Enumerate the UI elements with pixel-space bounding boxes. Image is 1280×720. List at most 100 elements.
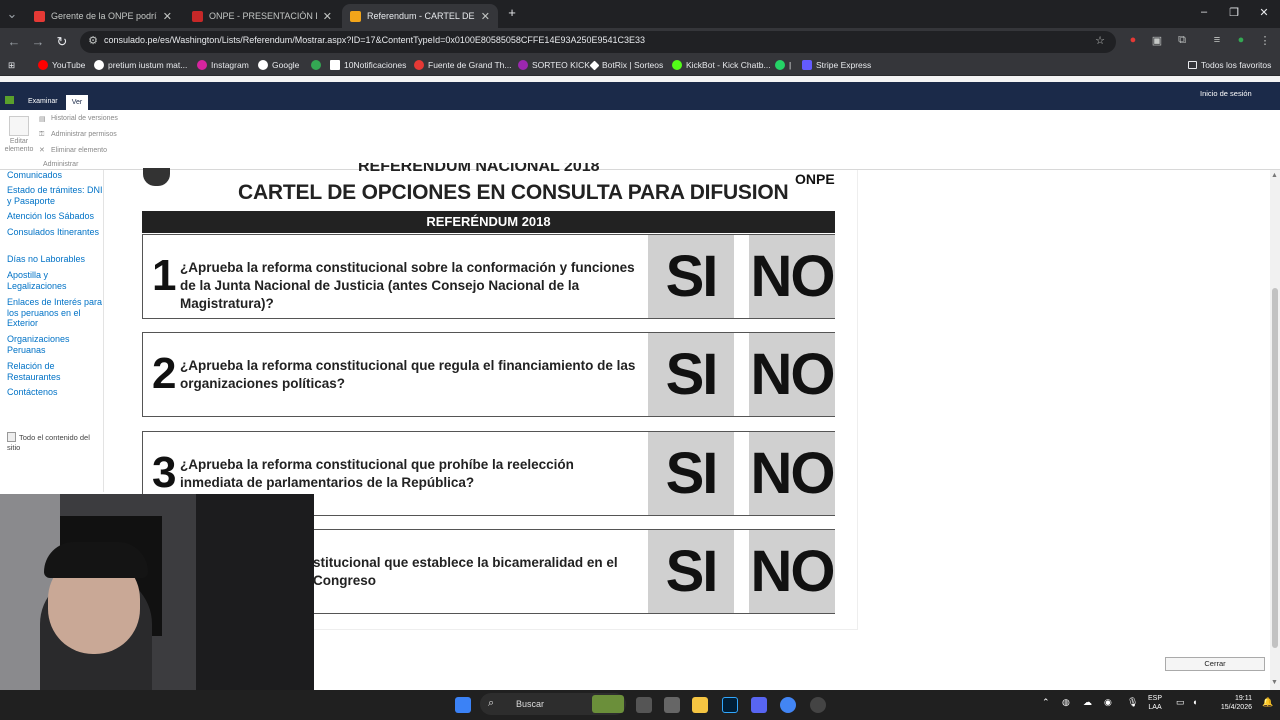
nav-item-itinerantes[interactable]: Consulados Itinerantes: [7, 227, 103, 238]
ribbon-tab-browse[interactable]: Examinar: [28, 98, 58, 105]
question-text: ¿Aprueba la reforma constitucional que p…: [180, 457, 574, 490]
sharepoint-site-icon[interactable]: [5, 96, 14, 104]
discord-icon[interactable]: [751, 697, 767, 713]
sign-in-link[interactable]: Inicio de sesión: [1200, 89, 1252, 98]
scroll-down-icon[interactable]: ▼: [1271, 679, 1278, 686]
reload-icon[interactable]: ↻: [54, 34, 70, 50]
bookmark-botrix[interactable]: BotRix | Sorteos: [589, 60, 664, 70]
nav-item-dias-no-laborables[interactable]: Días no Laborables: [7, 254, 103, 265]
close-window-icon[interactable]: ✕: [1254, 6, 1274, 19]
nav-item-organizaciones[interactable]: Organizaciones Peruanas: [7, 334, 103, 355]
notifications-icon[interactable]: 🔔: [1262, 697, 1273, 708]
tray-app-icon-2[interactable]: ☁: [1083, 697, 1092, 708]
bookmark-instagram[interactable]: Instagram: [197, 60, 249, 70]
close-button[interactable]: Cerrar: [1165, 657, 1265, 671]
version-history-icon[interactable]: ▤: [39, 115, 46, 123]
tab-title: ONPE - PRESENTACIÓN DE RES: [209, 11, 317, 21]
extensions-puzzle-icon[interactable]: ⧉: [1175, 34, 1189, 47]
ribbon-tab-view[interactable]: Ver: [66, 95, 88, 110]
bookmark-fuente[interactable]: Fuente de Grand Th...: [414, 60, 511, 70]
media-icon[interactable]: ≡: [1210, 34, 1224, 46]
profile-avatar-icon[interactable]: ●: [1234, 34, 1248, 46]
manage-permissions-icon[interactable]: ⚿: [39, 131, 44, 139]
windows-start-icon[interactable]: [455, 697, 471, 713]
bookmark-google[interactable]: Google: [258, 60, 299, 70]
nav-item-restaurantes[interactable]: Relación de Restaurantes: [7, 361, 103, 382]
nav-item-contactenos[interactable]: Contáctenos: [7, 387, 103, 398]
back-icon[interactable]: ←: [6, 34, 22, 49]
bookmark-unnamed[interactable]: [311, 60, 325, 70]
keyboard-layout: LAA: [1148, 704, 1162, 711]
delete-item-icon[interactable]: ✕: [39, 146, 45, 154]
left-navigation: Comunicados Estado de trámites: DNI y Pa…: [0, 170, 104, 492]
bookmark-label: KickBot - Kick Chatb...: [686, 60, 771, 70]
question-text: ¿Aprueba la reforma constitucional sobre…: [180, 260, 635, 311]
task-view-icon[interactable]: [636, 697, 652, 713]
menu-kebab-icon[interactable]: ⋮: [1258, 34, 1272, 47]
tab-search-icon[interactable]: ⌄: [4, 6, 20, 22]
apps-grid-icon[interactable]: ⊞: [8, 60, 15, 71]
question-number: 3: [152, 448, 177, 497]
search-highlight-icon: [592, 695, 624, 713]
bookmark-pretium[interactable]: pretium iustum mat...: [94, 60, 187, 70]
bookmark-label: BotRix | Sorteos: [602, 60, 664, 70]
bookmark-sorteo-kick[interactable]: SORTEO KICK: [518, 60, 590, 70]
minimize-icon[interactable]: –: [1194, 6, 1214, 18]
url-text[interactable]: consulado.pe/es/Washington/Lists/Referen…: [104, 35, 645, 45]
browser-tab-3-active[interactable]: Referendum - CARTEL DE OPCI ✕: [342, 4, 498, 28]
extension-record-icon[interactable]: ●: [1126, 34, 1140, 46]
forward-icon[interactable]: →: [30, 34, 46, 49]
bookmark-stripe[interactable]: Stripe Express: [802, 60, 871, 70]
delete-item-button[interactable]: Eliminar elemento: [51, 147, 107, 154]
question-text: ¿Aprueba la reforma constitucional que r…: [180, 358, 636, 391]
question-number: 1: [152, 251, 177, 300]
close-tab-icon[interactable]: ✕: [481, 10, 490, 23]
browser-tab-2[interactable]: ONPE - PRESENTACIÓN DE RES ✕: [184, 4, 340, 28]
site-info-icon[interactable]: ⚙: [86, 34, 100, 47]
close-tab-icon[interactable]: ✕: [163, 10, 172, 23]
nav-item-enlaces[interactable]: Enlaces de Interés para los peruanos en …: [7, 297, 103, 329]
bookmark-youtube[interactable]: YouTube: [38, 60, 85, 70]
network-icon[interactable]: ▭: [1176, 697, 1185, 708]
edit-item-icon[interactable]: [9, 116, 29, 136]
bookmark-kickbot[interactable]: KickBot - Kick Chatb...: [672, 60, 771, 70]
browser-tab-1[interactable]: Gerente de la ONPE podría seg ✕: [26, 4, 180, 28]
extension-icon[interactable]: ▣: [1150, 34, 1164, 47]
tab-title: Gerente de la ONPE podría seg: [51, 11, 157, 21]
tray-app-icon[interactable]: ◍: [1062, 697, 1070, 708]
language-indicator[interactable]: ESP LAA: [1148, 694, 1162, 712]
tray-app-icon-3[interactable]: ◉: [1104, 697, 1112, 708]
tray-overflow-icon[interactable]: ⌃: [1042, 697, 1050, 708]
bookmark-label: Instagram: [211, 60, 249, 70]
chrome-icon[interactable]: [780, 697, 796, 713]
taskbar-clock[interactable]: 19:11 15/4/2026: [1212, 694, 1252, 712]
bookmark-10notificaciones[interactable]: 10Notificaciones: [330, 60, 406, 70]
all-bookmarks[interactable]: Todos los favoritos: [1188, 60, 1271, 70]
no-option: NO: [749, 432, 836, 515]
taskbar-app-icon-2[interactable]: [810, 697, 826, 713]
photoshop-icon[interactable]: [722, 697, 738, 713]
file-explorer-icon[interactable]: [692, 697, 708, 713]
manage-permissions-button[interactable]: Administrar permisos: [51, 131, 117, 138]
scroll-up-icon[interactable]: ▲: [1271, 172, 1278, 179]
bookmark-star-icon[interactable]: ☆: [1093, 34, 1107, 47]
new-tab-button[interactable]: +: [504, 5, 520, 20]
version-history-button[interactable]: Historial de versiones: [51, 115, 118, 122]
poster-header-cut: REFERENDUM NACIONAL 2018: [358, 163, 600, 175]
nav-item-estado-tramites[interactable]: Estado de trámites: DNI y Pasaporte: [7, 185, 103, 206]
globe-icon: [94, 60, 104, 70]
sharepoint-topbar: [0, 82, 1280, 110]
volume-icon[interactable]: ◖: [1192, 697, 1197, 707]
scrollbar-thumb[interactable]: [1272, 288, 1278, 648]
restore-icon[interactable]: ❐: [1224, 6, 1244, 19]
nav-item-comunicados[interactable]: Comunicados: [7, 170, 103, 181]
taskbar-app-icon[interactable]: [664, 697, 680, 713]
nav-item-sabados[interactable]: Atención los Sábados: [7, 211, 103, 222]
close-tab-icon[interactable]: ✕: [323, 10, 332, 23]
edit-item-button[interactable]: Editar elemento: [4, 138, 34, 154]
stripe-icon: [802, 60, 812, 70]
microphone-icon[interactable]: 🎙: [1127, 697, 1138, 708]
nav-item-apostilla[interactable]: Apostilla y Legalizaciones: [7, 270, 103, 291]
bookmark-whatsapp[interactable]: |: [775, 60, 791, 70]
site-contents-link[interactable]: Todo el contenido del sitio: [7, 433, 103, 453]
